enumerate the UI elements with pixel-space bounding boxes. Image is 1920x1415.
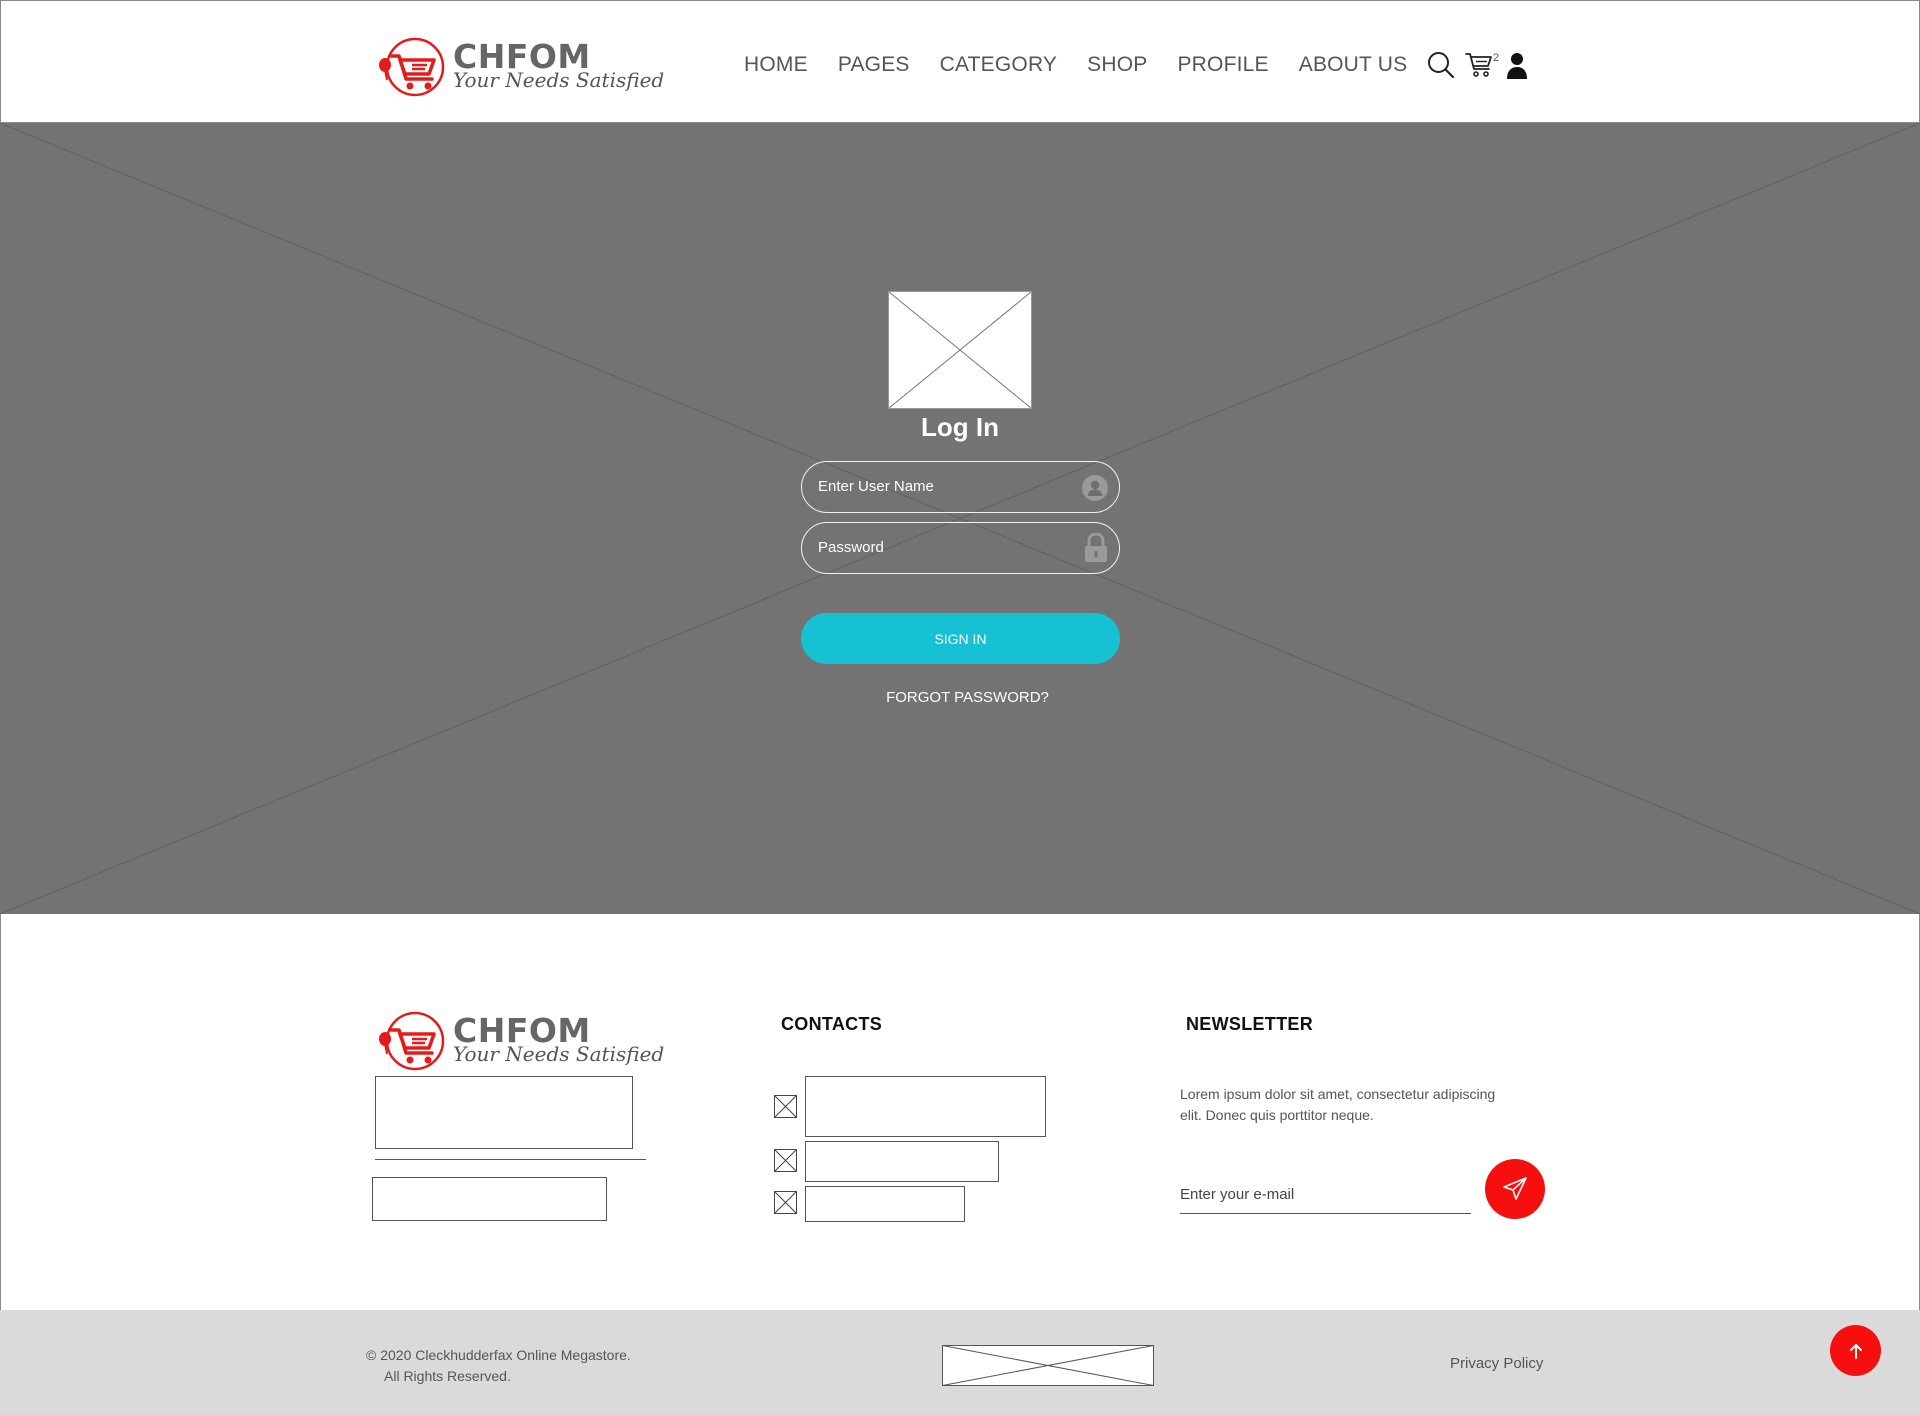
nav-about-us[interactable]: ABOUT US — [1299, 53, 1408, 77]
username-input[interactable] — [818, 462, 1068, 511]
contact-phone-icon — [774, 1149, 797, 1172]
payment-image-placeholder — [942, 1345, 1154, 1386]
privacy-policy-link[interactable]: Privacy Policy — [1450, 1355, 1543, 1372]
contact-phone-placeholder — [805, 1141, 999, 1182]
copyright: © 2020 Cleckhudderfax Online Megastore. … — [366, 1345, 631, 1387]
user-circle-icon — [1081, 474, 1109, 506]
copyright-line-2: All Rights Reserved. — [384, 1368, 511, 1384]
user-icon[interactable] — [1506, 52, 1528, 84]
nav-home[interactable]: HOME — [744, 53, 808, 77]
paper-plane-icon — [1503, 1177, 1527, 1200]
about-divider — [375, 1159, 646, 1160]
footer: CHFOM Your Needs Satisfied CONTACTS NEWS… — [0, 914, 1920, 1310]
header-logo[interactable]: CHFOM Your Needs Satisfied — [377, 37, 664, 99]
about-link-placeholder — [372, 1177, 607, 1221]
about-text-placeholder — [375, 1076, 633, 1149]
nav-profile[interactable]: PROFILE — [1177, 53, 1268, 77]
bottom-bar: © 2020 Cleckhudderfax Online Megastore. … — [0, 1310, 1920, 1415]
hero-login-section: Log In SIGN IN FORGOT PASSWORD? — [0, 123, 1920, 914]
contact-address-icon — [774, 1095, 797, 1118]
shopping-cart-icon — [379, 1011, 445, 1071]
cart-icon[interactable] — [1465, 52, 1493, 82]
hero-background-placeholder — [0, 123, 1920, 914]
search-icon[interactable] — [1427, 51, 1455, 83]
contact-email-placeholder — [805, 1186, 965, 1222]
newsletter-description: Lorem ipsum dolor sit amet, consectetur … — [1180, 1086, 1496, 1123]
copyright-line-1: © 2020 Cleckhudderfax Online Megastore. — [366, 1347, 631, 1363]
contact-address-placeholder — [805, 1076, 1046, 1137]
shopping-cart-icon — [379, 37, 445, 97]
cart-count-badge: 2 — [1493, 52, 1500, 64]
newsletter-email-input[interactable] — [1180, 1176, 1471, 1214]
newsletter-send-button[interactable] — [1485, 1159, 1545, 1219]
contact-email-icon — [774, 1191, 797, 1214]
login-title: Log In — [921, 412, 999, 442]
main-nav: HOME PAGES CATEGORY SHOP PROFILE ABOUT U… — [744, 53, 1437, 77]
password-field — [801, 522, 1120, 574]
logo-tagline: Your Needs Satisfied — [453, 68, 665, 92]
site-header: CHFOM Your Needs Satisfied HOME PAGES CA… — [0, 0, 1920, 123]
image-placeholder — [888, 291, 1032, 409]
newsletter-title: NEWSLETTER — [1186, 1014, 1313, 1034]
contacts-title: CONTACTS — [781, 1014, 883, 1034]
nav-pages[interactable]: PAGES — [838, 53, 910, 77]
arrow-up-icon — [1849, 1343, 1862, 1359]
username-field — [801, 461, 1120, 513]
lock-icon — [1083, 532, 1109, 567]
password-input[interactable] — [818, 523, 1068, 572]
nav-category[interactable]: CATEGORY — [940, 53, 1058, 77]
nav-shop[interactable]: SHOP — [1087, 53, 1147, 77]
signin-button[interactable]: SIGN IN — [801, 613, 1120, 664]
forgot-password-link[interactable]: FORGOT PASSWORD? — [860, 689, 1075, 706]
footer-logo-tagline: Your Needs Satisfied — [453, 1042, 665, 1066]
back-to-top-button[interactable] — [1830, 1325, 1881, 1376]
footer-logo[interactable]: CHFOM Your Needs Satisfied — [377, 1011, 664, 1073]
